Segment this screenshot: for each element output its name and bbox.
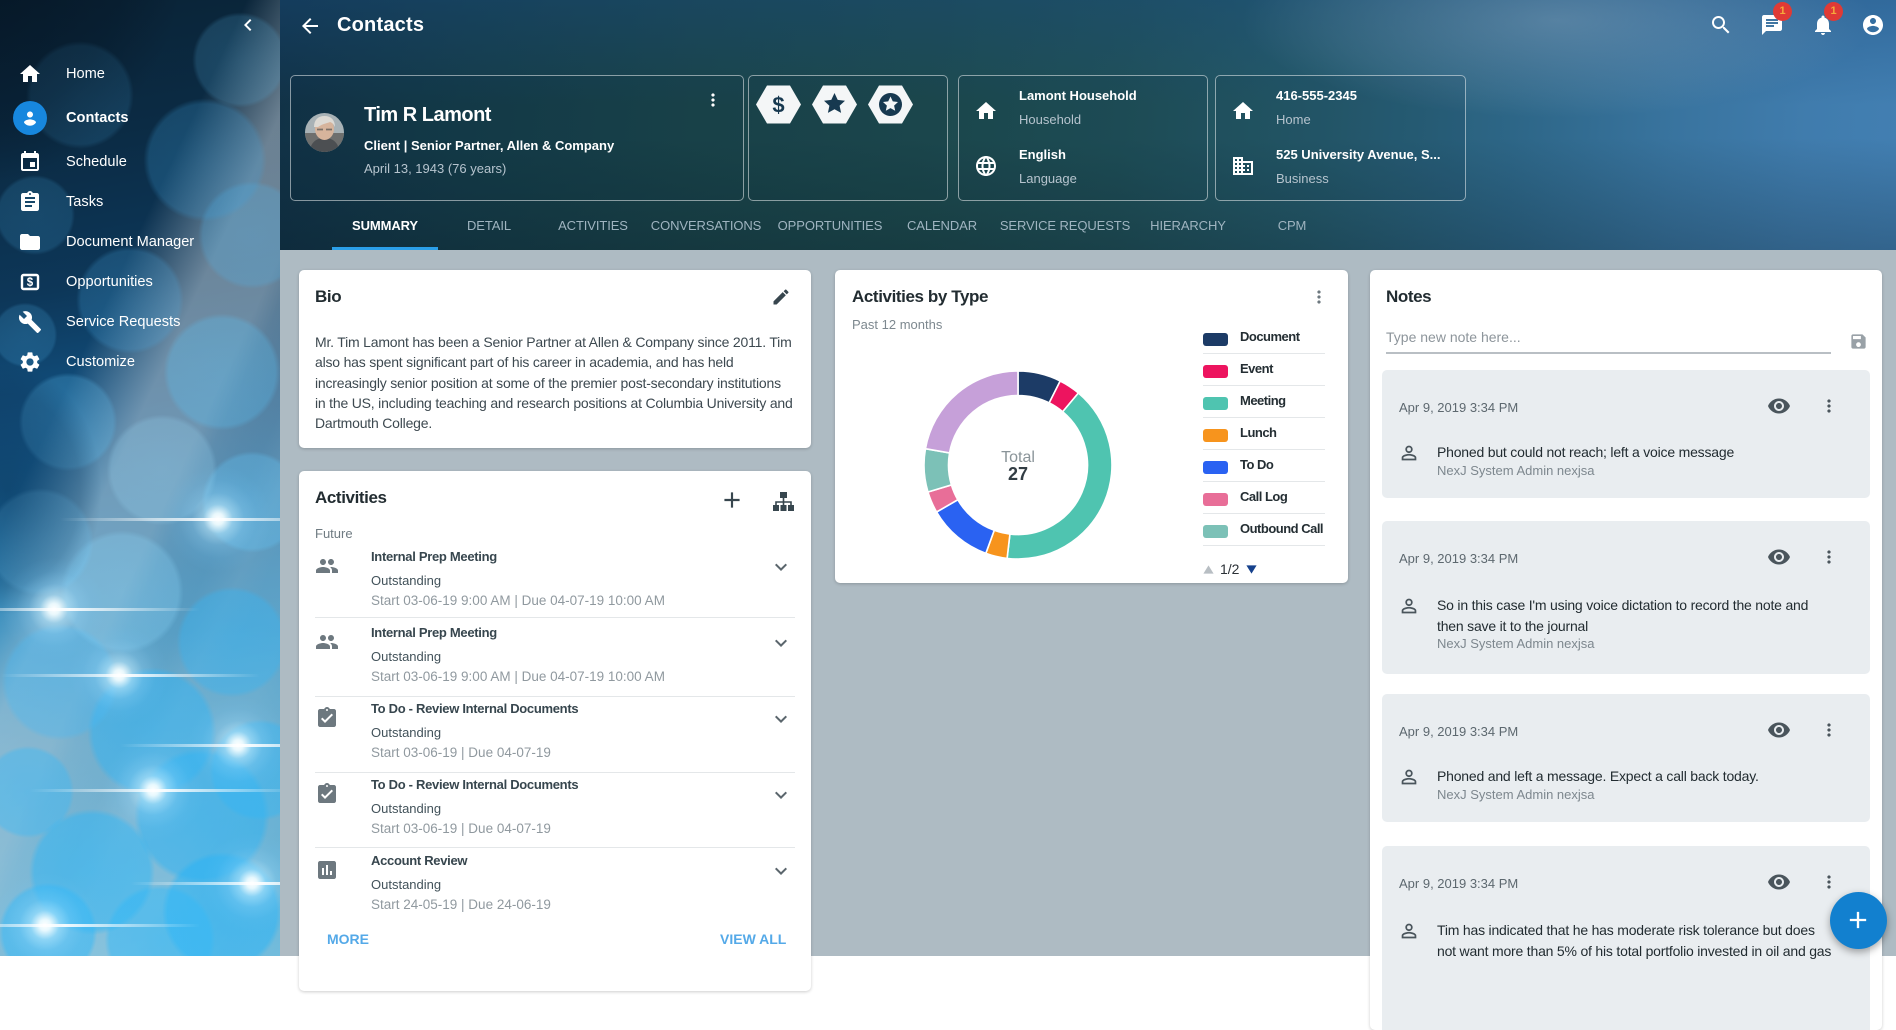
svg-text:$: $	[772, 93, 784, 118]
svg-text:$: $	[27, 277, 34, 289]
